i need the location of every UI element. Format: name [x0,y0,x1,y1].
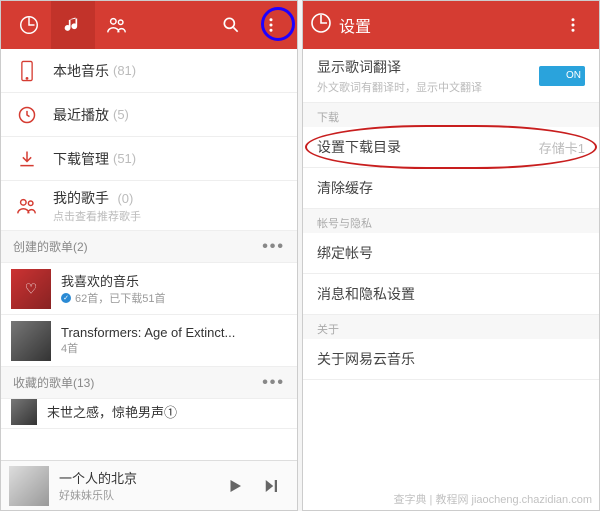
menu-label: 本地音乐 [53,61,109,81]
search-button[interactable] [211,1,251,49]
setting-label: 关于网易云音乐 [317,349,415,369]
menu-download-manage[interactable]: 下载管理 (51) [1,137,297,181]
playlist-title: 我喜欢的音乐 [61,271,165,290]
artists-icon [16,195,38,217]
playlist-sub: 4首 [61,340,78,356]
section-label: 创建的歌单(2) [13,238,88,255]
menu-local-music[interactable]: 本地音乐 (81) [1,49,297,93]
heart-icon: ♡ [25,280,38,297]
menu-count: (5) [113,107,129,122]
playlist-item[interactable]: Transformers: Age of Extinct... 4首 [1,315,297,367]
more-vert-icon [564,16,582,34]
friends-icon [106,14,128,36]
playlist-title: Transformers: Age of Extinct... [61,325,287,340]
menu-sub: 点击查看推荐歌手 [53,208,141,224]
setting-label: 清除缓存 [317,178,373,198]
setting-bind-account[interactable]: 绑定帐号 [303,233,599,274]
now-playing-thumb [9,466,49,506]
section-label: 收藏的歌单(13) [13,374,94,391]
menu-count: (81) [113,63,136,78]
section-created-playlists[interactable]: 创建的歌单(2) ••• [1,231,297,263]
menu-count: (51) [113,151,136,166]
setting-label: 设置下载目录 [317,137,401,157]
section-about: 关于 [303,315,599,339]
settings-screen: 设置 显示歌词翻译 外文歌词有翻译时，显示中文翻译 ON 下载 设置下载目录 存… [302,0,600,511]
playlist-item[interactable]: 末世之感，惊艳男声① [1,399,297,429]
netease-logo-icon [309,11,333,40]
setting-privacy[interactable]: 消息和隐私设置 [303,274,599,315]
playlist-sub: 62首，已下载51首 [75,290,165,306]
menu-label: 我的歌手 [53,190,109,206]
menu-label: 下载管理 [53,149,109,169]
menu-count: (0) [117,191,133,206]
setting-download-dir[interactable]: 设置下载目录 存储卡1 [303,127,599,168]
topbar-left [1,1,297,49]
setting-translate-lyrics[interactable]: 显示歌词翻译 外文歌词有翻译时，显示中文翻译 ON [303,49,599,103]
menu-recent-play[interactable]: 最近播放 (5) [1,93,297,137]
play-button[interactable] [217,468,253,504]
main-screen: 本地音乐 (81) 最近播放 (5) 下载管理 (51) 我的歌手 (0) 点击… [0,0,298,511]
playlist-title: 末世之感，惊艳男声① [47,402,177,421]
more-vert-icon [262,16,280,34]
section-download: 下载 [303,103,599,127]
tab-my-music[interactable] [51,1,95,49]
playlist-thumb [11,321,51,361]
verified-icon: ✓ [61,293,71,303]
page-title: 设置 [339,13,371,37]
tab-friends[interactable] [95,1,139,49]
overflow-menu-button[interactable] [553,1,593,49]
next-icon [262,477,280,495]
switch-on[interactable]: ON [539,66,585,86]
setting-about-app[interactable]: 关于网易云音乐 [303,339,599,380]
now-playing-title: 一个人的北京 [59,468,217,487]
overflow-menu-button[interactable] [251,1,291,49]
menu-my-artists[interactable]: 我的歌手 (0) 点击查看推荐歌手 [1,181,297,231]
next-button[interactable] [253,468,289,504]
now-playing-bar[interactable]: 一个人的北京 好妹妹乐队 [1,460,297,510]
setting-clear-cache[interactable]: 清除缓存 [303,168,599,209]
playlist-thumb: ♡ [11,269,51,309]
my-music-menu: 本地音乐 (81) 最近播放 (5) 下载管理 (51) 我的歌手 (0) 点击… [1,49,297,231]
playlist-thumb [11,399,37,425]
section-collected-playlists[interactable]: 收藏的歌单(13) ••• [1,367,297,399]
phone-icon [18,60,36,82]
play-icon [226,477,244,495]
playlist-item-favorites[interactable]: ♡ 我喜欢的音乐 ✓ 62首，已下载51首 [1,263,297,315]
netease-logo-icon [18,14,40,36]
setting-value: 存储卡1 [539,138,585,157]
section-more-icon[interactable]: ••• [262,238,285,256]
tab-discover[interactable] [7,1,51,49]
menu-label: 最近播放 [53,105,109,125]
setting-sub: 外文歌词有翻译时，显示中文翻译 [317,79,482,95]
setting-label: 显示歌词翻译 [317,57,482,77]
music-icon [63,15,83,35]
search-icon [221,15,241,35]
section-account: 帐号与隐私 [303,209,599,233]
topbar-right: 设置 [303,1,599,49]
setting-label: 消息和隐私设置 [317,284,415,304]
download-icon [17,149,37,169]
setting-label: 绑定帐号 [317,243,373,263]
section-more-icon[interactable]: ••• [262,374,285,392]
now-playing-artist: 好妹妹乐队 [59,487,217,503]
clock-icon [17,105,37,125]
